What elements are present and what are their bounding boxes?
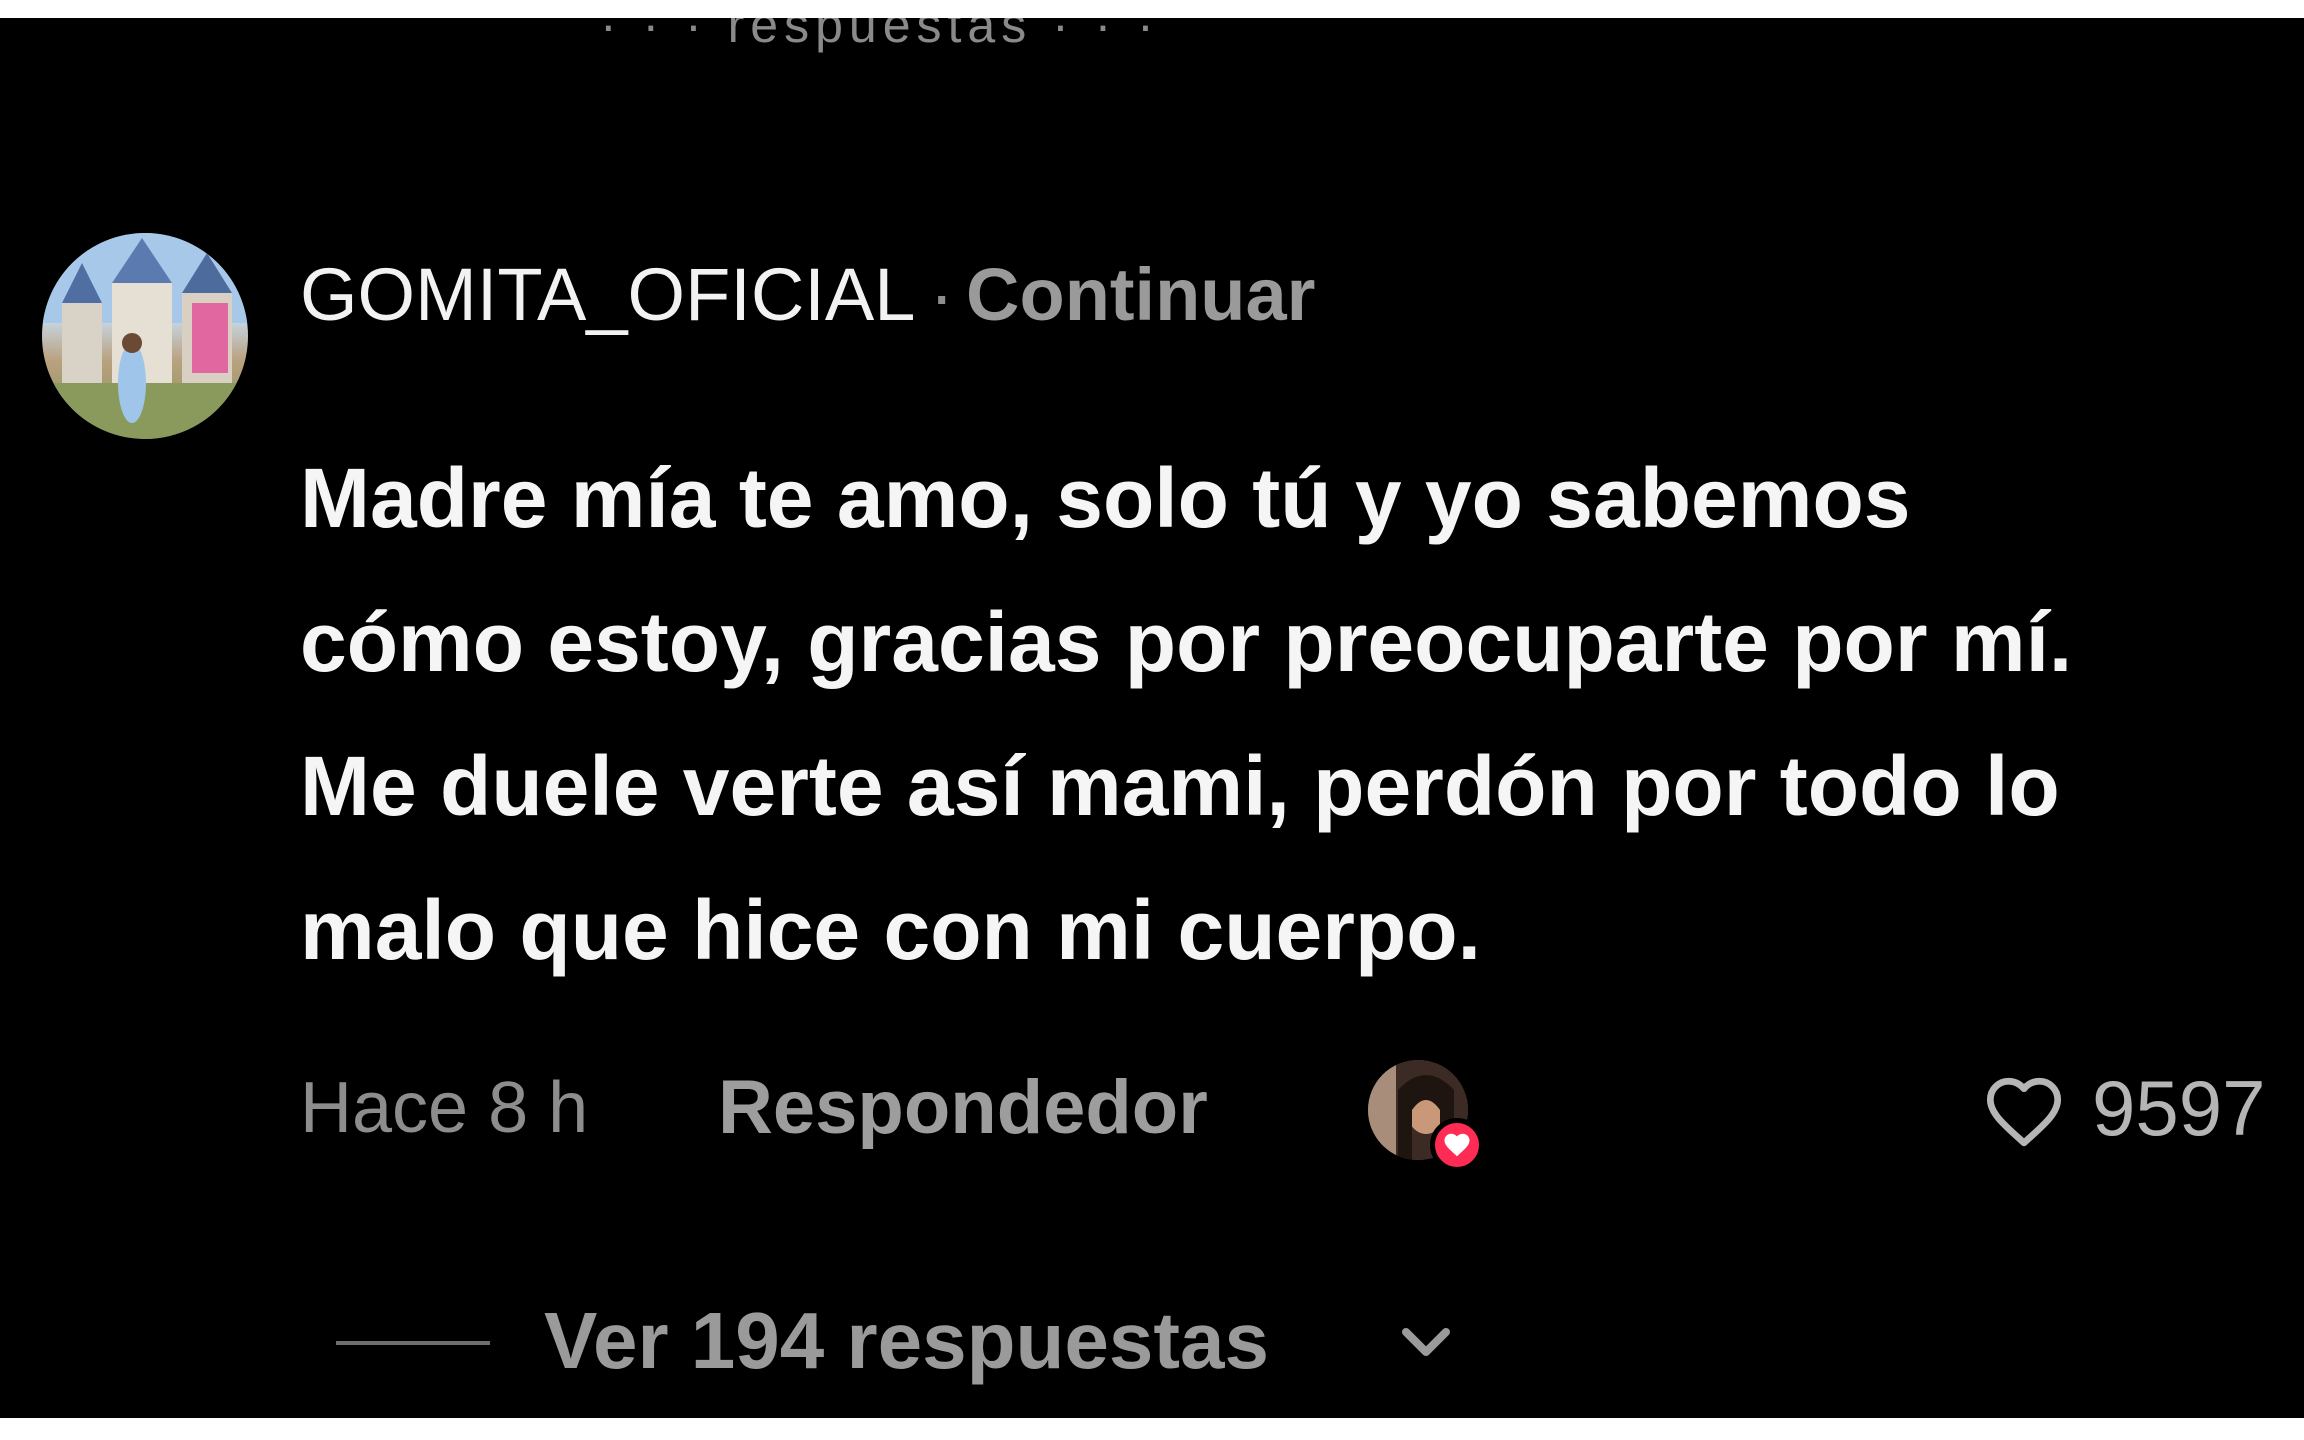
comment-panel: · · · respuestas · · · GOMITA_OFICIAL · Co… <box>0 18 2304 1418</box>
comment-line: Me duele verte así mami, perdón por todo… <box>300 739 2060 833</box>
heart-filled-icon <box>1444 1133 1470 1157</box>
avatar[interactable] <box>42 233 248 439</box>
comment-line: Madre mía te amo, solo tú y yo sabemos <box>300 451 1911 545</box>
comment-line: cómo estoy, gracias por preocuparte por … <box>300 595 2073 689</box>
comment-header: GOMITA_OFICIAL · Continuar <box>300 250 1315 340</box>
like-count: 9597 <box>2092 1064 2266 1152</box>
comment-actions: Hace 8 h Respondedor 9597 <box>300 1058 2300 1172</box>
timestamp: Hace 8 h <box>300 1068 589 1148</box>
follow-button[interactable]: Continuar <box>966 253 1315 336</box>
view-replies-label: Ver 194 respuestas <box>544 1296 1269 1385</box>
separator-dot: · <box>929 253 955 336</box>
previous-comment-partial-text: · · · respuestas · · · <box>600 18 1160 53</box>
liked-by-creator-badge <box>1430 1118 1484 1172</box>
heart-outline-icon[interactable] <box>1980 1072 2068 1150</box>
chevron-down-icon <box>1402 1328 1450 1356</box>
view-replies-button[interactable]: Ver 194 respuestas <box>336 1286 1736 1396</box>
replies-divider-line <box>336 1341 490 1345</box>
comment-line: malo que hice con mi cuerpo. <box>300 883 1481 977</box>
reply-button[interactable]: Respondedor <box>718 1058 1208 1158</box>
comment-text: Madre mía te amo, solo tú y yo sabemos c… <box>300 426 2300 1002</box>
username[interactable]: GOMITA_OFICIAL <box>300 253 915 336</box>
avatar-photo <box>42 233 248 439</box>
